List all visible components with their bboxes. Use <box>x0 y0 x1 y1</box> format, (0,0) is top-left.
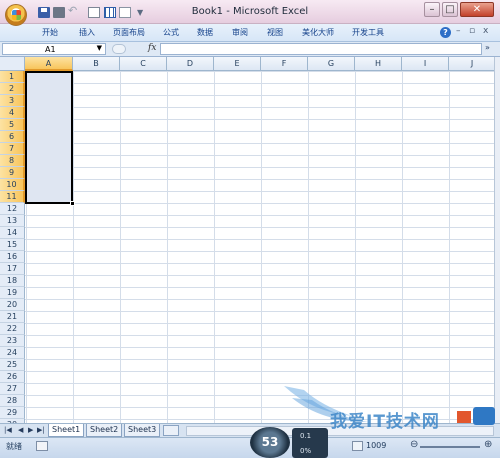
last-sheet-icon[interactable]: ▶| <box>37 426 45 434</box>
column-header-g[interactable]: G <box>308 57 355 71</box>
expand-formula-bar-icon[interactable]: » <box>485 43 490 52</box>
ribbon-minimize-icon[interactable]: – <box>456 26 461 36</box>
ribbon-restore-icon[interactable]: ▫ <box>469 26 475 36</box>
zoom-out-icon[interactable]: ⊖ <box>410 439 418 450</box>
desktop-gadget-meter: 53 <box>250 427 290 458</box>
watermark-badge-logo <box>457 407 495 425</box>
worksheet-grid: ABCDEFGHIJ 1 2 3 4 5 6 7 8 9 10 11 12 13 14 15 16 17 18 19… <box>0 57 494 423</box>
tab-page-layout[interactable]: 页面布局 <box>113 27 145 38</box>
tab-view[interactable]: 视图 <box>267 27 283 38</box>
select-all-button[interactable] <box>0 57 25 71</box>
tab-review[interactable]: 审阅 <box>232 27 248 38</box>
column-header-f[interactable]: F <box>261 57 308 71</box>
formula-input[interactable] <box>160 43 482 55</box>
row-header-28[interactable]: 28 <box>0 395 25 407</box>
formula-bar-grip-icon <box>112 44 126 54</box>
tab-home[interactable]: 开始 <box>42 27 58 38</box>
column-header-j[interactable]: J <box>449 57 494 71</box>
column-header-d[interactable]: D <box>167 57 214 71</box>
gadget-memory-text: 0% <box>300 447 312 455</box>
row-header-12[interactable]: 12 <box>0 203 25 215</box>
column-header-b[interactable]: B <box>73 57 120 71</box>
title-bar: ↶ ▼ Book1 - Microsoft Excel – □ ✕ <box>0 0 500 26</box>
watermark-text: 我爱IT技术网 <box>330 412 440 432</box>
row-header-23[interactable]: 23 <box>0 335 25 347</box>
row-header-8[interactable]: 8 <box>0 155 25 167</box>
next-sheet-icon[interactable]: ▶ <box>28 426 33 434</box>
row-header-17[interactable]: 17 <box>0 263 25 275</box>
row-header-21[interactable]: 21 <box>0 311 25 323</box>
tab-data[interactable]: 数据 <box>197 27 213 38</box>
vertical-scrollbar[interactable] <box>494 57 500 423</box>
name-box[interactable]: A1 ▼ <box>2 43 106 55</box>
row-header-25[interactable]: 25 <box>0 359 25 371</box>
insert-sheet-icon[interactable] <box>163 425 179 436</box>
tab-formulas[interactable]: 公式 <box>163 27 179 38</box>
row-header-14[interactable]: 14 <box>0 227 25 239</box>
row-header-27[interactable]: 27 <box>0 383 25 395</box>
row-header-1[interactable]: 1 <box>0 71 25 83</box>
column-header-i[interactable]: I <box>402 57 449 71</box>
tab-developer[interactable]: 开发工具 <box>352 27 384 38</box>
maximize-button[interactable]: □ <box>442 2 458 17</box>
macro-record-icon[interactable] <box>36 441 48 451</box>
sheet-tab-sheet2[interactable]: Sheet2 <box>86 424 123 437</box>
minimize-button[interactable]: – <box>424 2 440 17</box>
close-button[interactable]: ✕ <box>460 2 494 17</box>
zoom-slider[interactable] <box>420 446 480 448</box>
previous-sheet-icon[interactable]: ◀ <box>18 426 23 434</box>
row-header-5[interactable]: 5 <box>0 119 25 131</box>
insert-function-icon[interactable]: fx <box>148 43 156 53</box>
normal-view-icon[interactable] <box>352 441 363 451</box>
row-header-29[interactable]: 29 <box>0 407 25 419</box>
column-header-c[interactable]: C <box>120 57 167 71</box>
row-header-9[interactable]: 9 <box>0 167 25 179</box>
zoom-readout: 1009 <box>366 441 387 450</box>
row-header-3[interactable]: 3 <box>0 95 25 107</box>
ribbon-close-icon[interactable]: x <box>483 26 488 36</box>
row-header-13[interactable]: 13 <box>0 215 25 227</box>
row-header-15[interactable]: 15 <box>0 239 25 251</box>
status-text: 就绪 <box>6 442 22 451</box>
chevron-down-icon[interactable]: ▼ <box>97 44 102 52</box>
tab-beautify-master[interactable]: 美化大师 <box>302 27 334 38</box>
help-icon[interactable]: ? <box>440 27 451 38</box>
selected-range[interactable] <box>25 71 73 204</box>
office-button[interactable] <box>5 4 27 26</box>
ribbon-tab-bar: 开始 插入 页面布局 公式 数据 审阅 视图 美化大师 开发工具 ? – ▫ x <box>0 24 500 42</box>
sheet-tab-sheet3[interactable]: Sheet3 <box>124 424 161 437</box>
row-header-24[interactable]: 24 <box>0 347 25 359</box>
column-header-e[interactable]: E <box>214 57 261 71</box>
row-header-11[interactable]: 11 <box>0 191 25 203</box>
fill-handle[interactable] <box>70 201 75 206</box>
sheet-tab-sheet1[interactable]: Sheet1 <box>48 424 85 437</box>
row-header-10[interactable]: 10 <box>0 179 25 191</box>
row-header-20[interactable]: 20 <box>0 299 25 311</box>
row-header-2[interactable]: 2 <box>0 83 25 95</box>
row-header-7[interactable]: 7 <box>0 143 25 155</box>
row-header-16[interactable]: 16 <box>0 251 25 263</box>
row-header-18[interactable]: 18 <box>0 275 25 287</box>
row-header-4[interactable]: 4 <box>0 107 25 119</box>
gadget-cpu-text: 0.1 <box>300 432 312 440</box>
column-header-a[interactable]: A <box>25 57 73 71</box>
tab-insert[interactable]: 插入 <box>79 27 95 38</box>
cell-area[interactable] <box>25 71 494 423</box>
first-sheet-icon[interactable]: |◀ <box>4 426 12 434</box>
row-header-6[interactable]: 6 <box>0 131 25 143</box>
row-header-19[interactable]: 19 <box>0 287 25 299</box>
column-header-h[interactable]: H <box>355 57 402 71</box>
row-header-22[interactable]: 22 <box>0 323 25 335</box>
name-box-value: A1 <box>45 45 56 54</box>
formula-bar: A1 ▼ fx » <box>0 42 500 57</box>
row-header-26[interactable]: 26 <box>0 371 25 383</box>
zoom-in-icon[interactable]: ⊕ <box>484 439 492 450</box>
